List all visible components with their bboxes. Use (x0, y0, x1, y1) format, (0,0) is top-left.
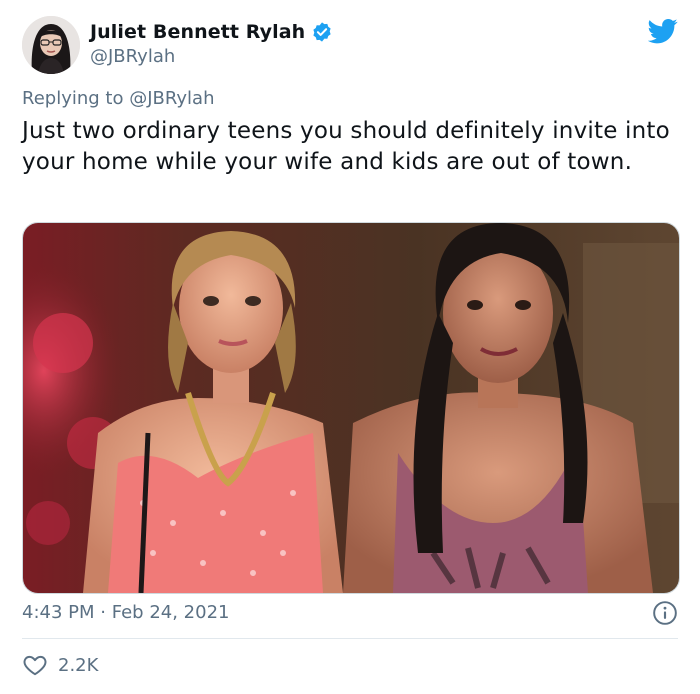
reply-context: Replying to @JBRylah (22, 88, 215, 109)
like-count: 2.2K (58, 654, 99, 676)
divider (22, 638, 678, 639)
avatar[interactable] (22, 16, 80, 74)
info-icon[interactable] (652, 600, 678, 626)
tweet-media-photo[interactable] (22, 222, 680, 594)
tweet-time: 4:43 PM (22, 602, 95, 623)
tweet-card: Juliet Bennett Rylah @JBRylah Replying t… (0, 0, 700, 694)
like-action[interactable]: 2.2K (22, 652, 98, 678)
heart-icon (22, 652, 48, 678)
tweet-timestamp[interactable]: 4:43 PM · Feb 24, 2021 (22, 602, 229, 623)
tweet-date: Feb 24, 2021 (111, 602, 230, 623)
author-handle[interactable]: @JBRylah (90, 46, 175, 67)
twitter-bird-icon[interactable] (647, 16, 678, 46)
photo-image (23, 223, 679, 593)
verified-badge-icon (311, 21, 333, 43)
tweet-text: Just two ordinary teens you should defin… (22, 118, 670, 175)
reply-mention-link[interactable]: @JBRylah (129, 88, 214, 109)
reply-prefix: Replying to (22, 88, 124, 109)
author-name-row: Juliet Bennett Rylah (90, 21, 333, 43)
avatar-image (22, 16, 80, 74)
author-display-name[interactable]: Juliet Bennett Rylah (90, 21, 305, 43)
meta-separator: · (100, 602, 106, 623)
